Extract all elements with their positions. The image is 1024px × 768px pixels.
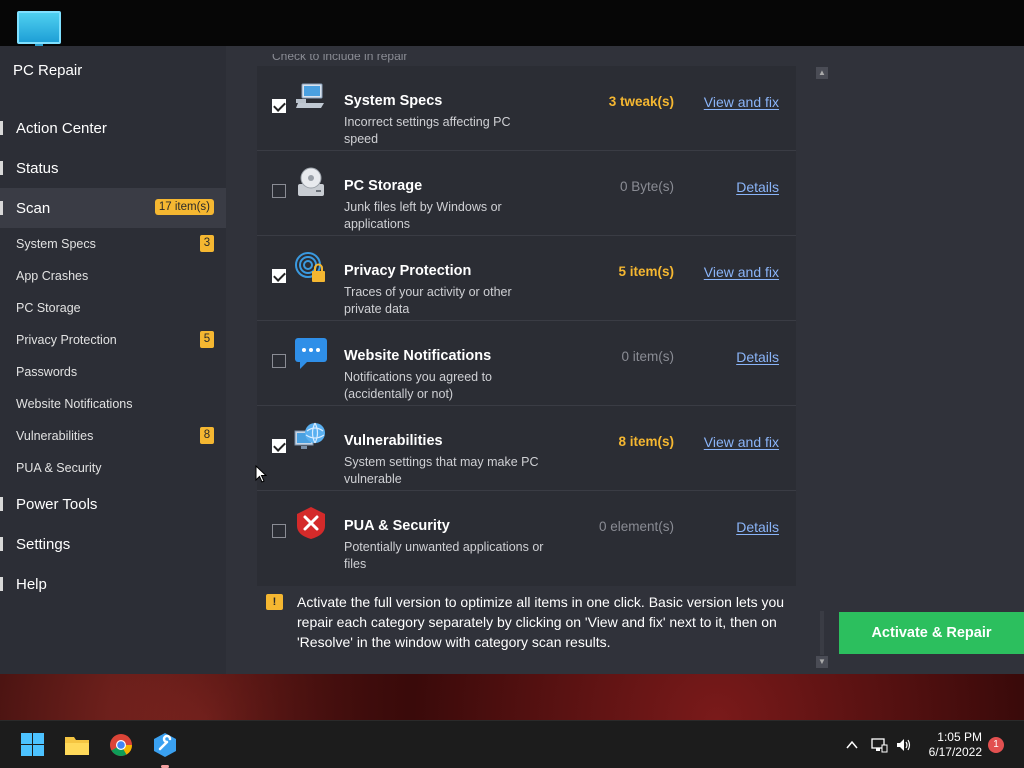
- category-title: System Specs: [344, 93, 443, 109]
- disk-icon: [298, 167, 324, 196]
- category-description: Incorrect settings affecting PC speed: [344, 115, 511, 146]
- nav-scan[interactable]: Scan 17 item(s): [0, 188, 226, 228]
- mouse-cursor-icon: [255, 465, 267, 483]
- category-row-website-notifications: Website Notifications Notifications you …: [257, 321, 796, 406]
- list-header: Check to include in repair: [272, 54, 408, 63]
- category-description: System settings that may make PC vulnera…: [344, 455, 539, 486]
- category-list: System Specs Incorrect settings affectin…: [257, 66, 796, 586]
- include-checkbox[interactable]: [272, 354, 286, 368]
- nav-label: Status: [16, 159, 59, 177]
- info-text: Activate the full version to optimize al…: [297, 594, 785, 650]
- category-count: 0 item(s): [621, 349, 674, 364]
- chevron-up-icon[interactable]: [844, 737, 860, 753]
- nav-label: Power Tools: [16, 495, 98, 513]
- view-and-fix-link[interactable]: View and fix: [704, 264, 779, 280]
- desktop-monitor-icon[interactable]: [17, 11, 61, 48]
- sidebar-item-vulnerabilities[interactable]: Vulnerabilities 8: [16, 420, 214, 452]
- category-title: Privacy Protection: [344, 263, 472, 279]
- clock-date: 6/17/2022: [928, 745, 982, 759]
- count-badge: 8: [200, 427, 214, 444]
- count-badge: 5: [200, 331, 214, 348]
- category-count: 3 tweak(s): [608, 94, 674, 109]
- category-description: Traces of your activity or other private…: [344, 285, 512, 316]
- view-and-fix-link[interactable]: View and fix: [704, 94, 779, 110]
- globe-monitor-icon: [294, 422, 325, 449]
- clock[interactable]: 1:05 PM 6/17/2022: [920, 730, 982, 760]
- file-explorer-icon[interactable]: [64, 733, 90, 757]
- details-link[interactable]: Details: [736, 349, 779, 365]
- view-and-fix-link[interactable]: View and fix: [704, 434, 779, 450]
- nav-label: Scan: [16, 199, 51, 217]
- include-checkbox[interactable]: [272, 439, 286, 453]
- sidebar: PC Repair Action Center Status Scan 17 i…: [0, 46, 226, 674]
- category-count: 8 item(s): [618, 434, 674, 449]
- windows-start-icon[interactable]: [20, 733, 46, 757]
- category-row-pc-storage: PC Storage Junk files left by Windows or…: [257, 151, 796, 236]
- category-count: 5 item(s): [618, 264, 674, 279]
- chat-bubble-icon: [295, 338, 327, 369]
- category-title: Website Notifications: [344, 348, 492, 364]
- sidebar-item-privacy-protection[interactable]: Privacy Protection 5: [16, 324, 214, 356]
- nav-action-center[interactable]: Action Center: [0, 108, 226, 148]
- include-checkbox[interactable]: [272, 524, 286, 538]
- category-count: 0 Byte(s): [619, 179, 674, 194]
- taskbar: 1:05 PM 6/17/2022 1: [0, 720, 1024, 768]
- category-title: PUA & Security: [344, 518, 450, 534]
- app-title: PC Repair: [13, 62, 83, 79]
- include-checkbox[interactable]: [272, 184, 286, 198]
- category-description: Junk files left by Windows or applicatio…: [344, 200, 502, 231]
- category-title: Vulnerabilities: [344, 433, 443, 449]
- app-window: PC Repair Action Center Status Scan 17 i…: [0, 46, 1024, 674]
- category-description: Notifications you agreed to (accidentall…: [344, 370, 493, 401]
- info-warning-icon: !: [266, 594, 283, 610]
- category-row-vulnerabilities: Vulnerabilities System settings that may…: [257, 406, 796, 491]
- network-icon[interactable]: [870, 736, 888, 754]
- details-link[interactable]: Details: [736, 179, 779, 195]
- count-badge: 3: [200, 235, 214, 252]
- nav-power-tools[interactable]: Power Tools: [0, 484, 226, 524]
- volume-icon[interactable]: [895, 736, 913, 754]
- sidebar-item-website-notifications[interactable]: Website Notifications: [16, 388, 214, 420]
- category-row-pua-security: PUA & Security Potentially unwanted appl…: [257, 491, 796, 576]
- main-content: Check to include in repair System Specs …: [226, 46, 1024, 674]
- category-description: Potentially unwanted applications or fil…: [344, 540, 544, 571]
- category-row-privacy-protection: Privacy Protection Traces of your activi…: [257, 236, 796, 321]
- nav-settings[interactable]: Settings: [0, 524, 226, 564]
- details-link[interactable]: Details: [736, 519, 779, 535]
- category-row-system-specs: System Specs Incorrect settings affectin…: [257, 66, 796, 151]
- sidebar-item-pua-security[interactable]: PUA & Security: [16, 452, 214, 484]
- scan-count-badge: 17 item(s): [154, 199, 214, 215]
- nav-label: Help: [16, 575, 47, 593]
- category-count: 0 element(s): [598, 519, 674, 534]
- nav-status[interactable]: Status: [0, 148, 226, 188]
- scroll-up-arrow-icon[interactable]: ▲: [816, 67, 828, 79]
- sidebar-item-pc-storage[interactable]: PC Storage: [16, 292, 214, 324]
- pc-repair-app-icon[interactable]: [152, 733, 178, 757]
- include-checkbox[interactable]: [272, 99, 286, 113]
- nav-label: Action Center: [16, 119, 107, 137]
- chrome-icon[interactable]: [108, 733, 134, 757]
- sidebar-item-passwords[interactable]: Passwords: [16, 356, 214, 388]
- scrollbar-track[interactable]: [820, 611, 824, 655]
- red-x-icon: [297, 507, 325, 539]
- clock-time: 1:05 PM: [937, 730, 982, 744]
- fingerprint-lock-icon: [295, 252, 325, 282]
- notification-badge[interactable]: 1: [988, 737, 1004, 753]
- sidebar-item-system-specs[interactable]: System Specs 3: [16, 228, 214, 260]
- scroll-down-arrow-icon[interactable]: ▼: [816, 656, 828, 668]
- sidebar-item-app-crashes[interactable]: App Crashes: [16, 260, 214, 292]
- activate-repair-button[interactable]: Activate & Repair: [839, 612, 1024, 654]
- nav-label: Settings: [16, 535, 71, 553]
- nav-help[interactable]: Help: [0, 564, 226, 604]
- laptop-icon: [296, 83, 324, 108]
- category-title: PC Storage: [344, 178, 423, 194]
- include-checkbox[interactable]: [272, 269, 286, 283]
